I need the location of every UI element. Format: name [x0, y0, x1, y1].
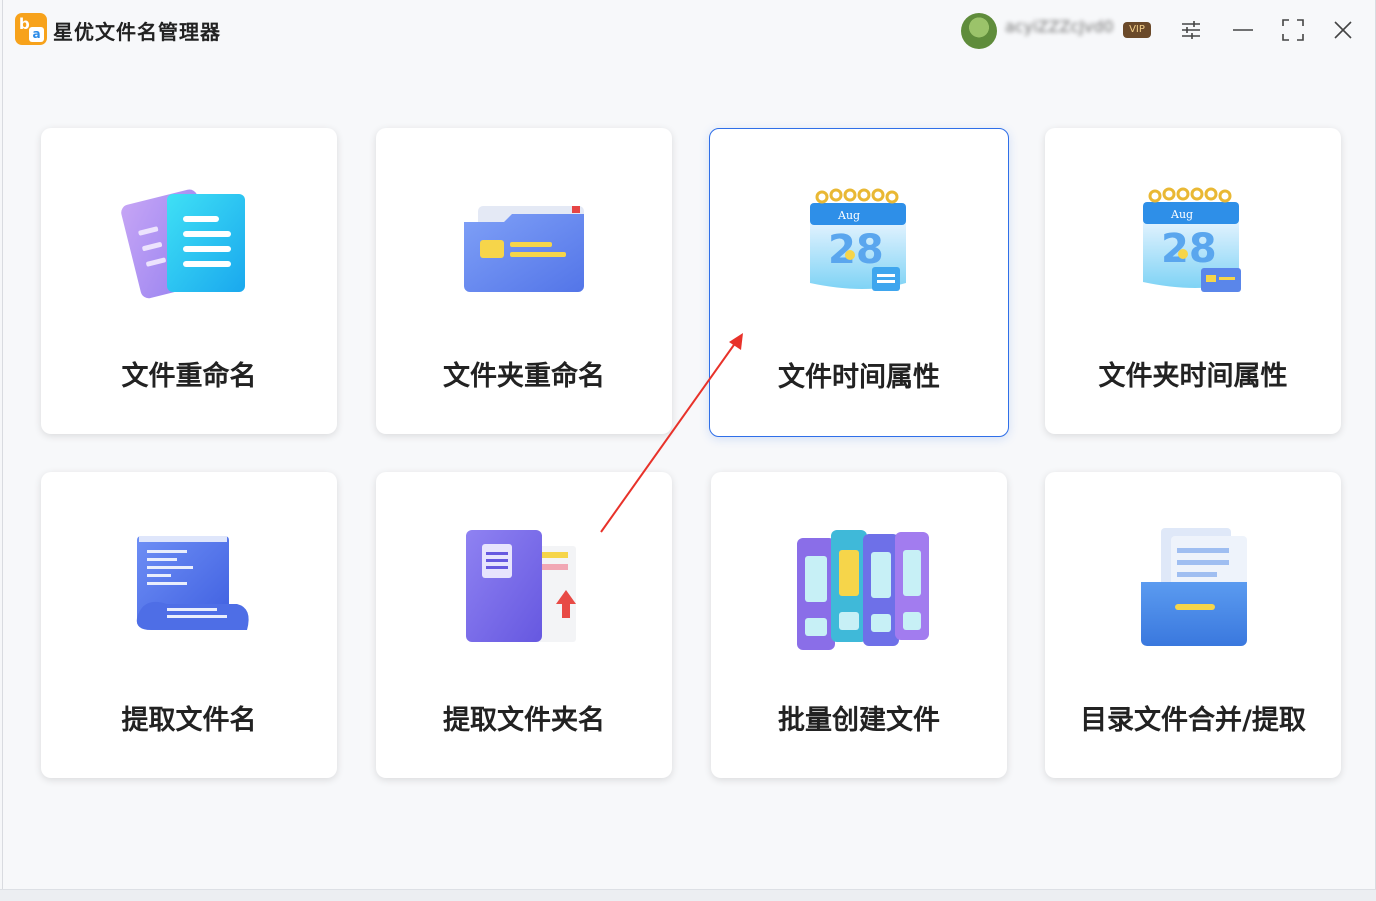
close-button[interactable] — [1327, 14, 1359, 46]
tile-folder-rename[interactable]: 文件夹重命名 — [376, 128, 672, 434]
binders-icon — [797, 530, 929, 650]
calendar-day: 28 — [828, 227, 884, 273]
user-avatar[interactable] — [961, 13, 997, 49]
logo-a: a — [29, 27, 44, 42]
tile-label: 提取文件名 — [121, 705, 257, 736]
app-logo-icon: b a — [15, 13, 47, 45]
minimize-button[interactable] — [1227, 14, 1259, 46]
calendar-day: 28 — [1161, 226, 1217, 272]
tile-label: 目录文件合并/提取 — [1080, 705, 1306, 736]
calendar-month: Aug — [837, 209, 860, 222]
tile-label: 批量创建文件 — [778, 705, 940, 736]
file-document-icon — [121, 189, 245, 299]
settings-button[interactable] — [1175, 14, 1207, 46]
close-icon — [1334, 21, 1352, 39]
tile-batch-create-files[interactable]: 批量创建文件 — [711, 472, 1007, 778]
tile-label: 提取文件夹名 — [443, 705, 605, 736]
tile-label: 文件重命名 — [121, 361, 257, 392]
tile-extract-foldername[interactable]: 提取文件夹名 — [376, 472, 672, 778]
tile-label: 文件时间属性 — [778, 362, 940, 393]
title-bar: b a 星优文件名管理器 acyiZZZcJvd0 VIP — [3, 0, 1375, 60]
app-title: 星优文件名管理器 — [53, 20, 221, 44]
maximize-icon — [1282, 19, 1304, 41]
minimize-icon — [1233, 29, 1253, 31]
folder-extract-icon — [466, 530, 576, 642]
settings-sliders-icon — [1182, 21, 1200, 39]
tile-file-time-attributes[interactable]: Aug 28 文件时间属性 — [709, 128, 1009, 437]
calendar-folder-icon: Aug 28 — [1143, 187, 1241, 292]
maximize-button[interactable] — [1277, 14, 1309, 46]
tile-extract-filename[interactable]: 提取文件名 — [41, 472, 337, 778]
tile-label: 文件夹重命名 — [443, 361, 605, 392]
scroll-list-icon — [136, 536, 249, 630]
status-bar — [0, 889, 1376, 901]
tile-directory-merge-extract[interactable]: 目录文件合并/提取 — [1045, 472, 1341, 778]
calendar-file-icon: Aug 28 — [810, 188, 906, 291]
folder-card-icon — [464, 206, 584, 292]
tile-label: 文件夹时间属性 — [1098, 361, 1288, 392]
app-window: b a 星优文件名管理器 acyiZZZcJvd0 VIP 文件重命名 文件夹重… — [2, 0, 1376, 890]
vip-badge: VIP — [1123, 22, 1151, 38]
calendar-month: Aug — [1170, 208, 1193, 221]
tile-folder-time-attributes[interactable]: Aug 28 文件夹时间属性 — [1045, 128, 1341, 434]
tile-file-rename[interactable]: 文件重命名 — [41, 128, 337, 434]
drawer-folder-icon — [1141, 528, 1247, 646]
